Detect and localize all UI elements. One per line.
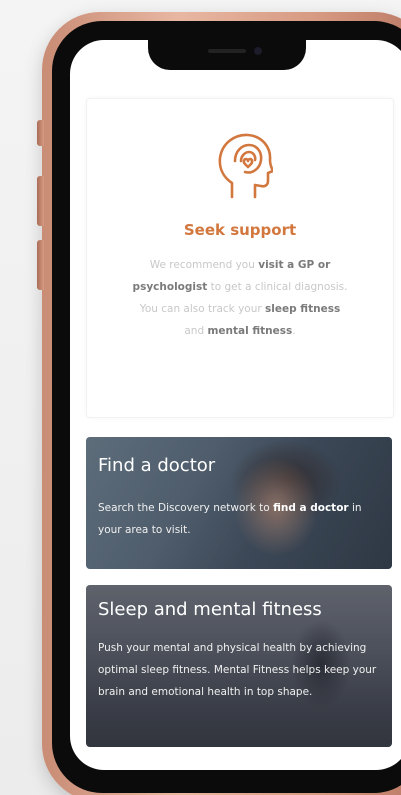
sleep-fitness-link[interactable]: sleep fitness xyxy=(265,303,340,315)
sleep-mental-fitness-card[interactable]: Sleep and mental fitness Push your menta… xyxy=(86,585,392,747)
seek-support-card[interactable]: Seek support We recommend you visit a GP… xyxy=(86,98,394,418)
front-camera-icon xyxy=(254,47,262,55)
phone-notch xyxy=(148,40,306,70)
mental-fitness-link[interactable]: mental fitness xyxy=(207,325,292,337)
head-heart-icon xyxy=(218,133,273,199)
find-doctor-card[interactable]: Find a doctor Search the Discovery netwo… xyxy=(86,437,392,569)
find-doctor-title: Find a doctor xyxy=(98,455,216,476)
sleep-mental-fitness-title: Sleep and mental fitness xyxy=(98,599,322,620)
find-doctor-link[interactable]: find a doctor xyxy=(273,502,349,514)
phone-side-button-bottom xyxy=(37,240,44,290)
support-description: We recommend you visit a GP or psycholog… xyxy=(132,259,348,337)
phone-side-button-top xyxy=(37,120,44,146)
find-doctor-description: Search the Discovery network to find a d… xyxy=(98,502,362,536)
speaker-grille xyxy=(208,49,246,53)
sleep-mental-fitness-description: Push your mental and physical health by … xyxy=(98,642,377,698)
phone-side-button-middle xyxy=(37,176,44,226)
stage: Seek support We recommend you visit a GP… xyxy=(0,0,401,795)
support-title: Seek support xyxy=(183,221,297,239)
phone-screen: Seek support We recommend you visit a GP… xyxy=(70,40,401,770)
